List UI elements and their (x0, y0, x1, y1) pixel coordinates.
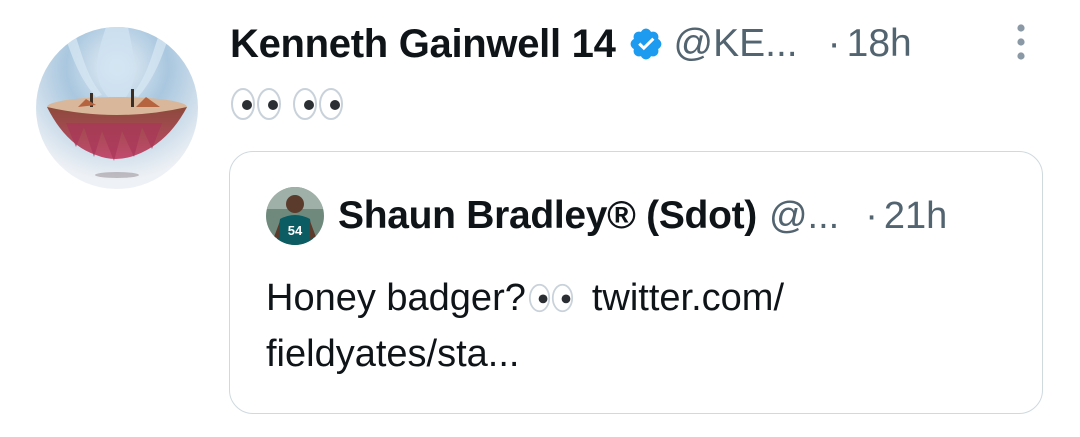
quoted-tweet-header: 54 Shaun Bradley® (Sdot) @... · 21h (266, 187, 1026, 245)
quoted-tweet-text: Honey badger? twitter.com/ fieldyates/st… (266, 270, 1006, 382)
separator-dot: · (827, 22, 841, 65)
verified-badge-icon (628, 26, 664, 62)
eyes-emoji (528, 283, 574, 313)
quoted-link-continued[interactable]: fieldyates/sta... (266, 326, 519, 382)
quoted-text-line: fieldyates/sta... (266, 326, 1006, 382)
svg-text:54: 54 (288, 223, 303, 238)
quoted-tweet-timestamp[interactable]: 21h (884, 195, 947, 238)
author-name[interactable]: Kenneth Gainwell 14 (230, 22, 616, 67)
player-avatar: 54 (266, 187, 324, 245)
quoted-text-line: Honey badger? twitter.com/ (266, 270, 1006, 326)
tweet-timestamp[interactable]: 18h (847, 22, 912, 66)
author-handle[interactable]: @KE... (674, 22, 798, 66)
more-vertical-icon[interactable] (1013, 22, 1029, 62)
floating-island-avatar (36, 27, 198, 189)
quoted-text-prefix: Honey badger? (266, 277, 526, 319)
separator-dot: · (865, 194, 878, 237)
tweet-header: Kenneth Gainwell 14 @KE... · 18h (230, 18, 1040, 70)
tweet-text (230, 84, 354, 124)
author-avatar[interactable] (36, 27, 198, 189)
quoted-author-avatar[interactable]: 54 (266, 187, 324, 245)
quoted-link[interactable]: twitter.com/ (592, 270, 784, 326)
eyes-emoji (230, 87, 282, 121)
eyes-emoji (292, 87, 344, 121)
quoted-author-handle[interactable]: @... (769, 195, 839, 238)
quoted-author-name[interactable]: Shaun Bradley® (Sdot) (338, 194, 757, 238)
quoted-tweet[interactable]: 54 Shaun Bradley® (Sdot) @... · 21h Hone… (229, 151, 1043, 414)
